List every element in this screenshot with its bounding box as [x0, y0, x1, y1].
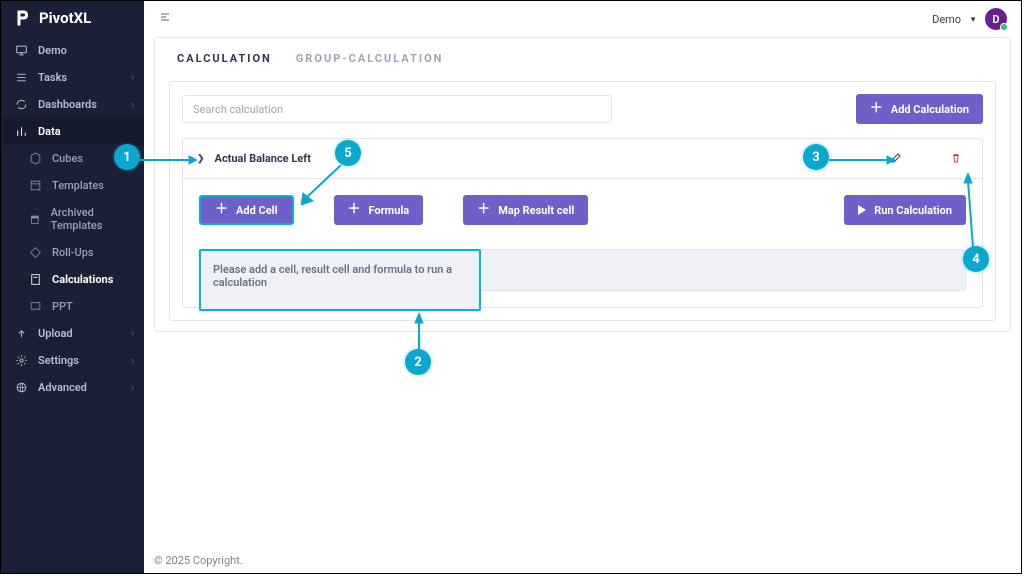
calc-panel: ＋ Add Calculation ❯ Actual Balance Left [169, 81, 996, 321]
cube-icon [29, 152, 42, 165]
chevron-right-icon: › [131, 329, 134, 339]
chevron-right-icon: › [131, 356, 134, 366]
annotation-4: 4 [963, 246, 989, 272]
annotation-arrow-1 [139, 155, 197, 165]
annotation-arrow-3 [829, 155, 895, 165]
sidebar-item-rollups[interactable]: Roll-Ups [1, 239, 144, 266]
annotation-2: 2 [405, 349, 431, 375]
map-result-cell-button[interactable]: ＋ Map Result cell [463, 195, 588, 225]
sidebar-item-ppt[interactable]: PPT [1, 293, 144, 320]
placeholder-text: Please add a cell, result cell and formu… [213, 263, 452, 289]
sidebar-item-label: Upload [38, 327, 73, 340]
search [182, 95, 612, 123]
chevron-right-icon: › [131, 383, 134, 393]
chevron-right-icon: › [131, 73, 134, 83]
sidebar-item-label: Templates [52, 179, 104, 192]
template-icon [29, 179, 42, 192]
calculation-title-wrap: ❯ Actual Balance Left [197, 152, 311, 165]
sidebar-item-label: Settings [38, 354, 79, 367]
sidebar-item-upload[interactable]: Upload › [1, 320, 144, 347]
button-label: Add Calculation [891, 103, 969, 116]
add-cell-button[interactable]: ＋ Add Cell [199, 195, 294, 225]
button-label: Add Cell [236, 204, 277, 217]
add-calculation-button[interactable]: ＋ Add Calculation [856, 94, 983, 124]
refresh-icon [15, 98, 28, 111]
sidebar-item-label: Advanced [38, 381, 87, 394]
annotation-3: 3 [803, 144, 829, 170]
sidebar-item-demo[interactable]: Demo [1, 37, 144, 64]
toggle-sidebar-icon[interactable] [158, 11, 172, 27]
annotation-arrow-4 [960, 173, 980, 247]
sidebar-item-label: PPT [52, 300, 73, 313]
sidebar-item-dashboards[interactable]: Dashboards › [1, 91, 144, 118]
sidebar-item-advanced[interactable]: Advanced › [1, 374, 144, 401]
trash-icon[interactable] [950, 149, 962, 168]
run-calculation-button[interactable]: Run Calculation [844, 195, 966, 225]
annotation-arrow-5 [301, 165, 345, 205]
sidebar-item-settings[interactable]: Settings › [1, 347, 144, 374]
upload-icon [15, 327, 28, 340]
brand-name: PivotXL [39, 9, 91, 27]
formula-button[interactable]: ＋ Formula [334, 195, 424, 225]
search-row: ＋ Add Calculation [182, 94, 983, 124]
button-label: Run Calculation [874, 204, 952, 217]
content: CALCULATION GROUP-CALCULATION ＋ Add Calc… [144, 37, 1021, 573]
annotation-1: 1 [114, 144, 140, 170]
topbar: Demo ▼ D [144, 1, 1021, 37]
globe-icon [15, 381, 28, 394]
annotation-5: 5 [335, 140, 361, 166]
calculation-tools [890, 149, 968, 168]
slides-icon [29, 300, 42, 313]
sidebar-item-archived-templates[interactable]: Archived Templates [1, 199, 144, 239]
sidebar-item-data[interactable]: Data [1, 118, 144, 145]
chevron-right-icon: › [131, 100, 134, 110]
sidebar-item-templates[interactable]: Templates [1, 172, 144, 199]
sidebar: PivotXL Demo Tasks › Dashboards › Data C… [1, 1, 144, 573]
tab-group-calculation[interactable]: GROUP-CALCULATION [296, 52, 444, 65]
sidebar-item-tasks[interactable]: Tasks › [1, 64, 144, 91]
sidebar-item-label: Data [38, 125, 61, 138]
button-label: Formula [369, 204, 410, 217]
calculation-placeholder-bar: Please add a cell, result cell and formu… [199, 249, 966, 291]
calculation-placeholder: Please add a cell, result cell and formu… [199, 249, 481, 311]
bar-chart-icon [15, 125, 28, 138]
sidebar-item-label: Demo [38, 44, 67, 57]
caret-down-icon: ▼ [969, 15, 977, 24]
presentation-icon [15, 44, 28, 57]
archive-icon [29, 213, 41, 226]
search-input[interactable] [182, 95, 612, 123]
user-menu[interactable]: Demo ▼ D [932, 8, 1007, 30]
sidebar-item-label: Cubes [52, 152, 83, 165]
play-icon [858, 205, 866, 215]
sidebar-item-label: Archived Templates [51, 206, 138, 232]
annotation-arrow-2 [413, 313, 425, 351]
tag-icon [29, 246, 42, 259]
gear-icon [15, 354, 28, 367]
tabs: CALCULATION GROUP-CALCULATION [155, 38, 1010, 75]
footer-copyright: © 2025 Copyright. [154, 554, 243, 567]
sidebar-item-label: Tasks [38, 71, 67, 84]
button-label: Map Result cell [498, 204, 574, 217]
sidebar-item-calculations[interactable]: Calculations [1, 266, 144, 293]
tabs-card: CALCULATION GROUP-CALCULATION ＋ Add Calc… [154, 37, 1011, 332]
nav: Demo Tasks › Dashboards › Data Cubes Tem… [1, 37, 144, 401]
tab-calculation[interactable]: CALCULATION [177, 52, 272, 65]
calculator-icon [29, 273, 42, 286]
sidebar-item-label: Dashboards [38, 98, 97, 111]
sidebar-item-label: Roll-Ups [52, 246, 94, 259]
user-menu-label: Demo [932, 13, 961, 26]
avatar[interactable]: D [985, 8, 1007, 30]
chevron-right-icon: ❯ [197, 154, 205, 164]
list-icon [15, 71, 28, 84]
brand: PivotXL [1, 1, 144, 37]
brand-logo-icon [13, 9, 31, 27]
calculation-title: Actual Balance Left [215, 152, 311, 165]
sidebar-item-label: Calculations [52, 273, 113, 286]
main: Demo ▼ D CALCULATION GROUP-CALCULATION ＋… [144, 1, 1021, 573]
